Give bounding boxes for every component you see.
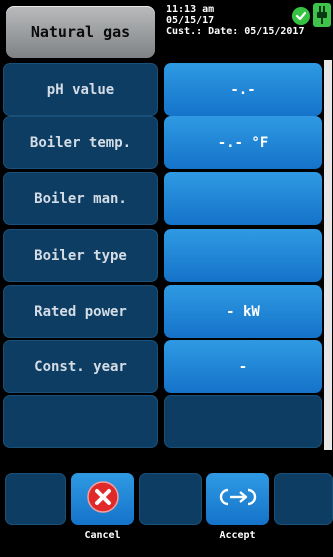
cancel-label: Cancel: [84, 530, 121, 541]
plug-icon: [313, 3, 331, 27]
check-icon: [292, 7, 310, 25]
row-label-boiler-man: Boiler man.: [3, 172, 158, 225]
toolbar-slot-1: [5, 473, 66, 525]
fuel-type-label: Natural gas: [30, 23, 131, 41]
bottom-toolbar: Cancel Accept: [0, 470, 333, 557]
accept-icon: [218, 486, 258, 512]
row-label-boiler-temp: Boiler temp.: [3, 116, 158, 169]
row-label-rated-power: Rated power: [3, 285, 158, 338]
row-value-boiler-temp[interactable]: -.- °F: [164, 116, 322, 169]
row-label-ph-value: pH value: [3, 63, 158, 116]
row-value-boiler-man[interactable]: [164, 172, 322, 225]
cancel-button[interactable]: [71, 473, 134, 525]
row-value-empty: [164, 395, 322, 448]
row-label-boiler-type: Boiler type: [3, 229, 158, 282]
row-label-const-year: Const. year: [3, 340, 158, 393]
row-value-boiler-type[interactable]: [164, 229, 322, 282]
row-value-rated-power[interactable]: - kW: [164, 285, 322, 338]
row-value-ph-value[interactable]: -.-: [164, 63, 322, 116]
scrollbar[interactable]: [324, 60, 332, 450]
fuel-type-tab[interactable]: Natural gas: [6, 6, 155, 58]
toolbar-slot-2: [139, 473, 202, 525]
accept-label: Accept: [219, 530, 256, 541]
toolbar-slot-3: [274, 473, 333, 525]
accept-button[interactable]: [206, 473, 269, 525]
cancel-icon: [86, 481, 119, 517]
row-value-const-year[interactable]: -: [164, 340, 322, 393]
row-label-empty: [3, 395, 158, 448]
customer-info: Cust.: Date: 05/15/2017: [166, 26, 305, 37]
